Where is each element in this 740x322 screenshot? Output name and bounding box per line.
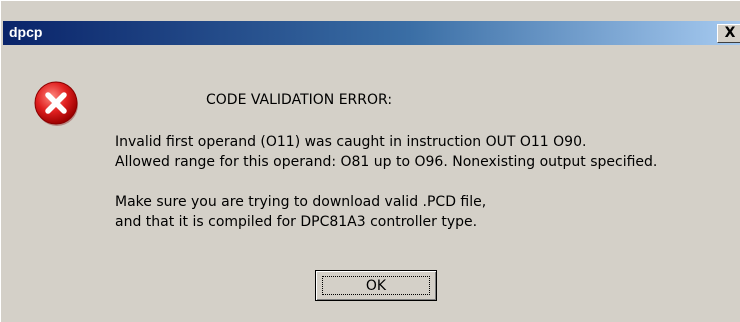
close-icon: X	[724, 25, 736, 41]
message-line: and that it is compiled for DPC81A3 cont…	[115, 214, 478, 230]
error-message: Invalid first operand (O11) was caught i…	[115, 132, 657, 232]
message-line: Invalid first operand (O11) was caught i…	[115, 134, 587, 150]
title-bar[interactable]: dpcp X	[3, 21, 740, 45]
error-heading: CODE VALIDATION ERROR:	[206, 92, 393, 108]
message-line: Allowed range for this operand: O81 up t…	[115, 154, 658, 170]
ok-button[interactable]: OK	[315, 270, 437, 301]
ok-button-label: OK	[322, 276, 430, 295]
window-title: dpcp	[9, 24, 43, 40]
error-dialog: dpcp X CODE VALIDATION ERROR: Invalid fi…	[0, 0, 740, 322]
message-line: Make sure you are trying to download val…	[115, 194, 487, 210]
close-button[interactable]: X	[717, 24, 740, 43]
error-icon	[34, 81, 78, 126]
